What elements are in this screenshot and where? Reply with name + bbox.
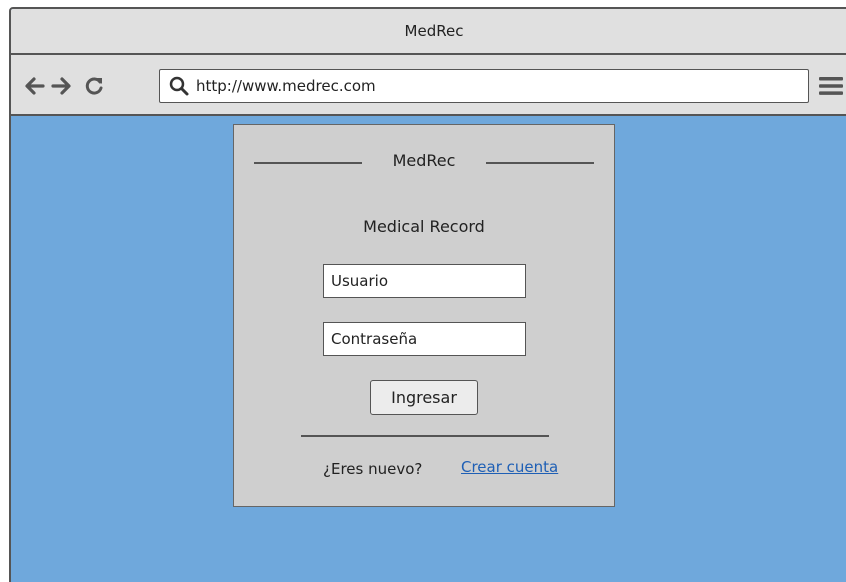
browser-toolbar: http://www.medrec.com <box>11 55 846 116</box>
signup-question: ¿Eres nuevo? <box>323 460 423 478</box>
divider <box>301 435 549 437</box>
login-button[interactable]: Ingresar <box>370 380 478 415</box>
search-icon <box>168 75 190 97</box>
app-subtitle: Medical Record <box>363 217 485 236</box>
address-bar[interactable]: http://www.medrec.com <box>159 69 809 103</box>
username-field[interactable]: Usuario <box>323 264 526 298</box>
title-bar: MedRec <box>11 9 846 55</box>
url-text[interactable]: http://www.medrec.com <box>196 77 376 95</box>
window-title: MedRec <box>404 22 464 40</box>
refresh-icon[interactable] <box>83 75 105 97</box>
password-field[interactable]: Contraseña <box>323 322 526 356</box>
header-line-right <box>486 162 594 164</box>
login-panel: MedRec Medical Record Usuario Contraseña… <box>233 124 615 507</box>
create-account-link[interactable]: Crear cuenta <box>461 458 558 476</box>
forward-arrow-icon[interactable] <box>51 75 73 97</box>
panel-title: MedRec <box>392 151 456 170</box>
hamburger-menu-icon[interactable] <box>819 76 843 96</box>
back-arrow-icon[interactable] <box>23 75 45 97</box>
panel-header: MedRec <box>254 151 594 175</box>
